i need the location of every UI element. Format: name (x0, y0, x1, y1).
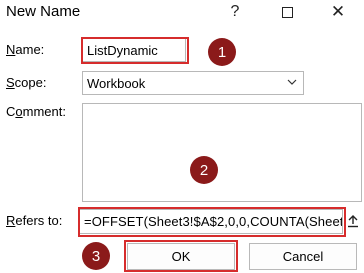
help-icon: ? (230, 3, 240, 20)
comment-label: Comment: (6, 104, 66, 119)
cancel-button-label: Cancel (282, 249, 324, 264)
refers-to-value: =OFFSET(Sheet3!$A$2,0,0,COUNTA(Sheet3 (84, 214, 343, 229)
collapse-dialog-icon (348, 215, 358, 228)
refers-to-label: Refers to: (6, 213, 63, 228)
name-input[interactable]: ListDynamic (82, 38, 186, 62)
refers-to-input[interactable]: =OFFSET(Sheet3!$A$2,0,0,COUNTA(Sheet3 (79, 209, 343, 234)
help-button[interactable]: ? (215, 0, 255, 24)
collapse-dialog-button[interactable] (345, 212, 361, 230)
close-icon: ✕ (330, 2, 346, 21)
scope-label: Scope: (6, 75, 47, 90)
window-title: New Name (6, 3, 81, 20)
callout-2: 2 (190, 156, 218, 184)
restore-icon (281, 6, 293, 18)
ok-button-label: OK (171, 249, 191, 264)
ok-button[interactable]: OK (127, 243, 235, 270)
scope-select[interactable]: Workbook (82, 71, 304, 95)
restore-button[interactable] (267, 0, 307, 24)
close-button[interactable]: ✕ (318, 0, 358, 24)
title-bar: New Name ? ✕ (0, 0, 364, 24)
callout-3: 3 (82, 242, 110, 270)
callout-1: 1 (208, 38, 236, 66)
name-label: Name: (6, 42, 45, 57)
name-input-value: ListDynamic (87, 42, 158, 58)
cancel-button[interactable]: Cancel (249, 243, 357, 270)
chevron-down-icon (287, 79, 297, 85)
scope-select-value: Workbook (87, 75, 146, 91)
comment-textarea[interactable] (82, 103, 362, 202)
